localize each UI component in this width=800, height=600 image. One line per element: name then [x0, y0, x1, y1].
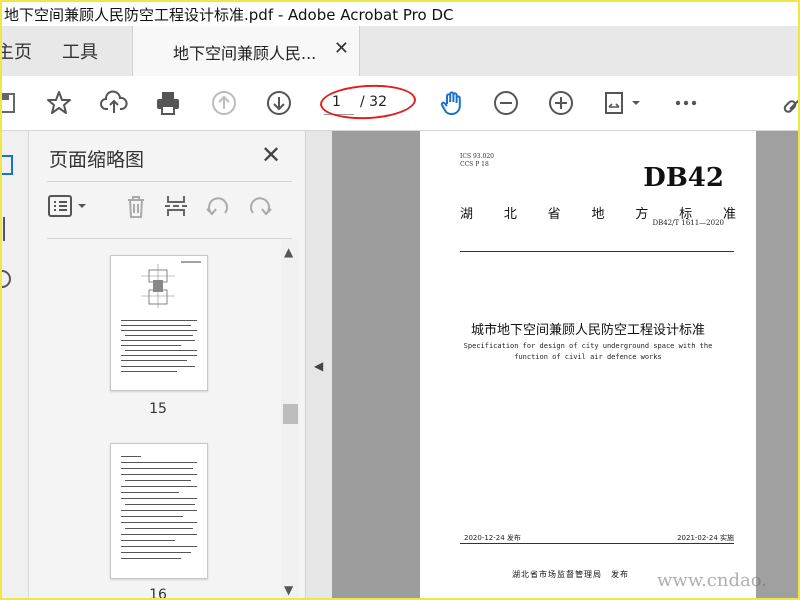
hand-tool-icon[interactable] [436, 87, 468, 119]
site-watermark: www.cndao. [657, 570, 767, 591]
page-down-icon[interactable] [263, 87, 295, 119]
thumbnail-page-number: 15 [149, 401, 167, 417]
title-bar: 地下空间兼顾人民防空工程设计标准.pdf - Adobe Acrobat Pro… [2, 2, 798, 26]
region-char: 方 [635, 207, 649, 222]
delete-page-icon[interactable] [121, 191, 151, 221]
rotate-right-icon[interactable] [245, 191, 275, 221]
ics-code: ICS 93.020 CCS P 18 [460, 153, 494, 169]
extract-page-icon[interactable] [161, 191, 191, 221]
print-icon[interactable] [152, 87, 184, 119]
panel-divider [47, 181, 292, 182]
ccs-line: CCS P 18 [460, 161, 489, 168]
thumbnail-list: 15 16 [29, 239, 279, 598]
drawing-figure [141, 261, 201, 308]
standard-number: DB42/T 1611—2020 [652, 219, 724, 227]
attachments-nav-icon[interactable] [2, 267, 14, 291]
page-thumbnails-nav-icon[interactable] [2, 153, 16, 177]
zoom-out-icon[interactable] [490, 87, 522, 119]
close-tab-icon[interactable]: ✕ [334, 38, 349, 59]
bookmarks-nav-icon[interactable] [2, 215, 14, 243]
region-char: 北 [503, 207, 517, 222]
footer-rule [460, 543, 734, 544]
tab-document-label: 地下空间兼顾人民... [173, 44, 317, 63]
tab-bar: 主页 工具 地下空间兼顾人民... ✕ [2, 26, 798, 77]
collapse-left-icon[interactable]: ◀ [314, 359, 323, 373]
document-title-en: Specification for design of city undergr… [463, 342, 713, 361]
publisher: 湖北省市场监督管理局 发布 [512, 570, 629, 579]
page-up-icon[interactable] [208, 87, 240, 119]
tab-home[interactable]: 主页 [2, 38, 32, 64]
panel-close-icon[interactable]: ✕ [261, 141, 281, 169]
app-window: 地下空间兼顾人民防空工程设计标准.pdf - Adobe Acrobat Pro… [0, 0, 800, 600]
issue-date: 2020-12-24 发布 [464, 534, 521, 542]
page-thumbnail[interactable] [110, 443, 208, 579]
standard-code: DB42 [643, 163, 724, 193]
scroll-down-icon[interactable]: ▼ [284, 583, 293, 597]
link-icon[interactable] [780, 87, 798, 119]
more-icon[interactable] [670, 87, 702, 119]
region-char: 地 [591, 207, 605, 222]
region-char: 省 [547, 207, 561, 222]
rotate-left-icon[interactable] [203, 191, 233, 221]
save-icon[interactable] [2, 87, 22, 119]
region-char: 准 [722, 207, 736, 222]
thumbnails-panel: 页面缩略图 ✕ 15 16 ▲ ▼ [29, 131, 306, 598]
tab-document[interactable]: 地下空间兼顾人民... ✕ [132, 26, 360, 76]
scroll-up-icon[interactable]: ▲ [284, 245, 293, 259]
bookmark-star-icon[interactable] [43, 87, 75, 119]
region-char: 湖 [460, 207, 474, 222]
thumbnail-options-icon[interactable] [47, 191, 91, 221]
fit-page-icon[interactable] [600, 87, 644, 119]
thumbnail-page-number: 16 [149, 587, 167, 598]
ics-line: ICS 93.020 [460, 153, 494, 160]
thumbnail-scrollbar[interactable]: ▲ ▼ [281, 239, 299, 598]
upload-cloud-icon[interactable] [98, 87, 130, 119]
document-title-cn: 城市地下空间兼顾人民防空工程设计标准 [470, 323, 705, 338]
zoom-in-icon[interactable] [545, 87, 577, 119]
page-thumbnail[interactable] [110, 255, 208, 391]
panel-title: 页面缩略图 [49, 149, 145, 171]
main-toolbar: 1 / 32 [2, 76, 798, 131]
document-margin-right [756, 131, 798, 598]
document-page: ICS 93.020 CCS P 18 DB42 湖 北 省 地 方 标 准 D… [420, 131, 756, 598]
tab-tools[interactable]: 工具 [62, 38, 98, 64]
collapse-panel-handle[interactable]: ◀ [306, 131, 332, 598]
left-nav-strip [2, 131, 29, 598]
header-rule [460, 251, 734, 252]
implementation-date: 2021-02-24 实施 [677, 534, 734, 542]
window-title: 地下空间兼顾人民防空工程设计标准.pdf - Adobe Acrobat Pro… [4, 6, 454, 24]
scrollbar-thumb[interactable] [283, 404, 298, 424]
